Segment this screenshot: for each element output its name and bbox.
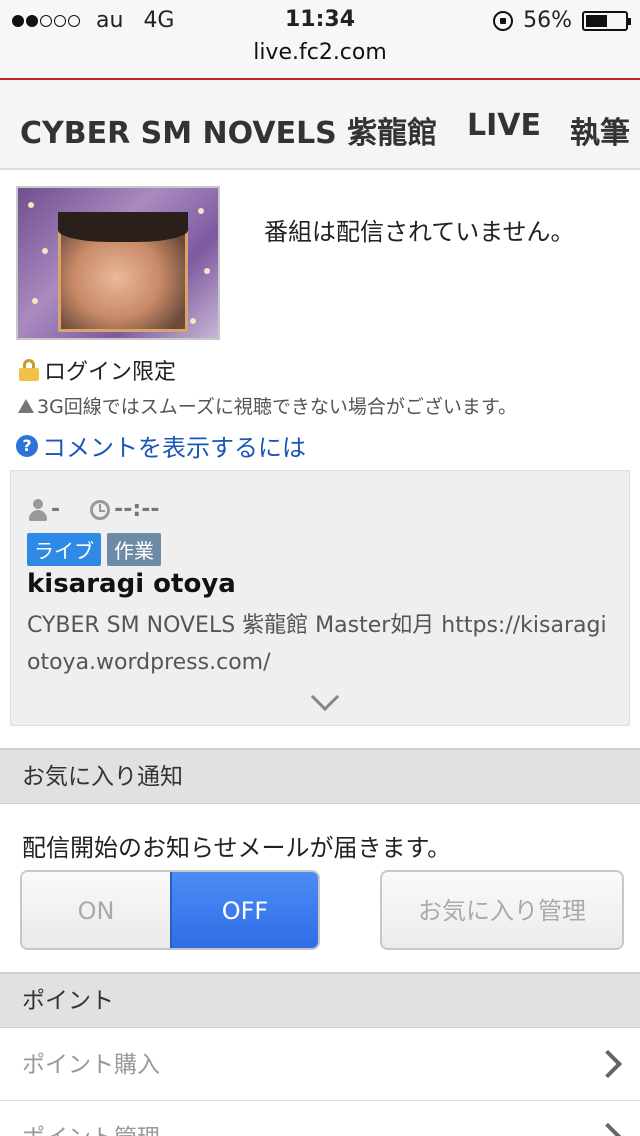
help-icon: ? [16,434,38,457]
manage-points-label: ポイント管理 [22,1125,160,1136]
viewer-icon [29,498,47,521]
broadcast-stats: - --:-- [29,497,159,522]
channel-thumbnail[interactable] [16,186,220,340]
broadcast-duration: --:-- [114,497,160,522]
login-only-label: ログイン限定 [44,360,177,385]
menu-item-buy-points[interactable]: ポイント購入 [0,1029,640,1101]
nav-item-writing[interactable]: 執筆 [570,108,630,152]
url-text: live.fc2.com [253,40,387,65]
toggle-on-button[interactable]: ON [22,872,170,948]
warning-icon [18,398,34,413]
expand-chevron-icon[interactable] [310,682,340,712]
tag-work[interactable]: 作業 [107,533,161,566]
url-bar[interactable]: live.fc2.com [0,40,640,78]
nav-item-live[interactable]: LIVE [467,108,541,143]
buy-points-label: ポイント購入 [22,1052,160,1078]
battery-percent: 56% [523,8,572,33]
notification-toggle: ON OFF [20,870,320,950]
bandwidth-warning: 3G回線ではスムーズに視聴できない場合がございます。 [18,392,517,419]
host-name: kisaragi otoya [27,569,236,599]
lock-icon [18,359,40,381]
warning-text: 3G回線ではスムーズに視聴できない場合がございます。 [37,396,517,418]
chevron-right-icon [593,1049,623,1079]
channel-description: CYBER SM NOVELS 紫龍館 Master如月 https://kis… [27,613,607,675]
login-only-notice: ログイン限定 [18,354,176,386]
chevron-right-icon [593,1122,623,1136]
menu-item-manage-points[interactable]: ポイント管理 [0,1102,640,1136]
tag-live[interactable]: ライブ [27,533,101,566]
status-right: 56% [493,8,631,33]
nav-item-home[interactable]: CYBER SM NOVELS 紫龍館 [20,108,437,152]
channel-nav: CYBER SM NOVELS 紫龍館 LIVE 執筆 [0,80,640,170]
favorites-section-header: お気に入り通知 [0,748,640,804]
offline-message: 番組は配信されていません。 [264,218,575,246]
toggle-off-button[interactable]: OFF [169,872,318,948]
favorites-manage-button[interactable]: お気に入り管理 [380,870,624,950]
comment-help-text: コメントを表示するには [42,434,306,462]
rotation-lock-icon [493,10,514,31]
comment-help-link[interactable]: ? コメントを表示するには [16,428,306,463]
battery-icon [582,10,631,31]
status-bar: au 4G 11:34 56% [0,0,640,40]
points-section-header: ポイント [0,972,640,1028]
viewer-count: - [51,497,61,522]
clock-icon [90,499,111,520]
broadcast-info-card: - --:-- ライブ 作業 kisaragi otoya CYBER SM N… [10,470,630,726]
favorites-info: 配信開始のお知らせメールが届きます。 [22,834,452,862]
tag-list: ライブ 作業 [27,533,161,566]
